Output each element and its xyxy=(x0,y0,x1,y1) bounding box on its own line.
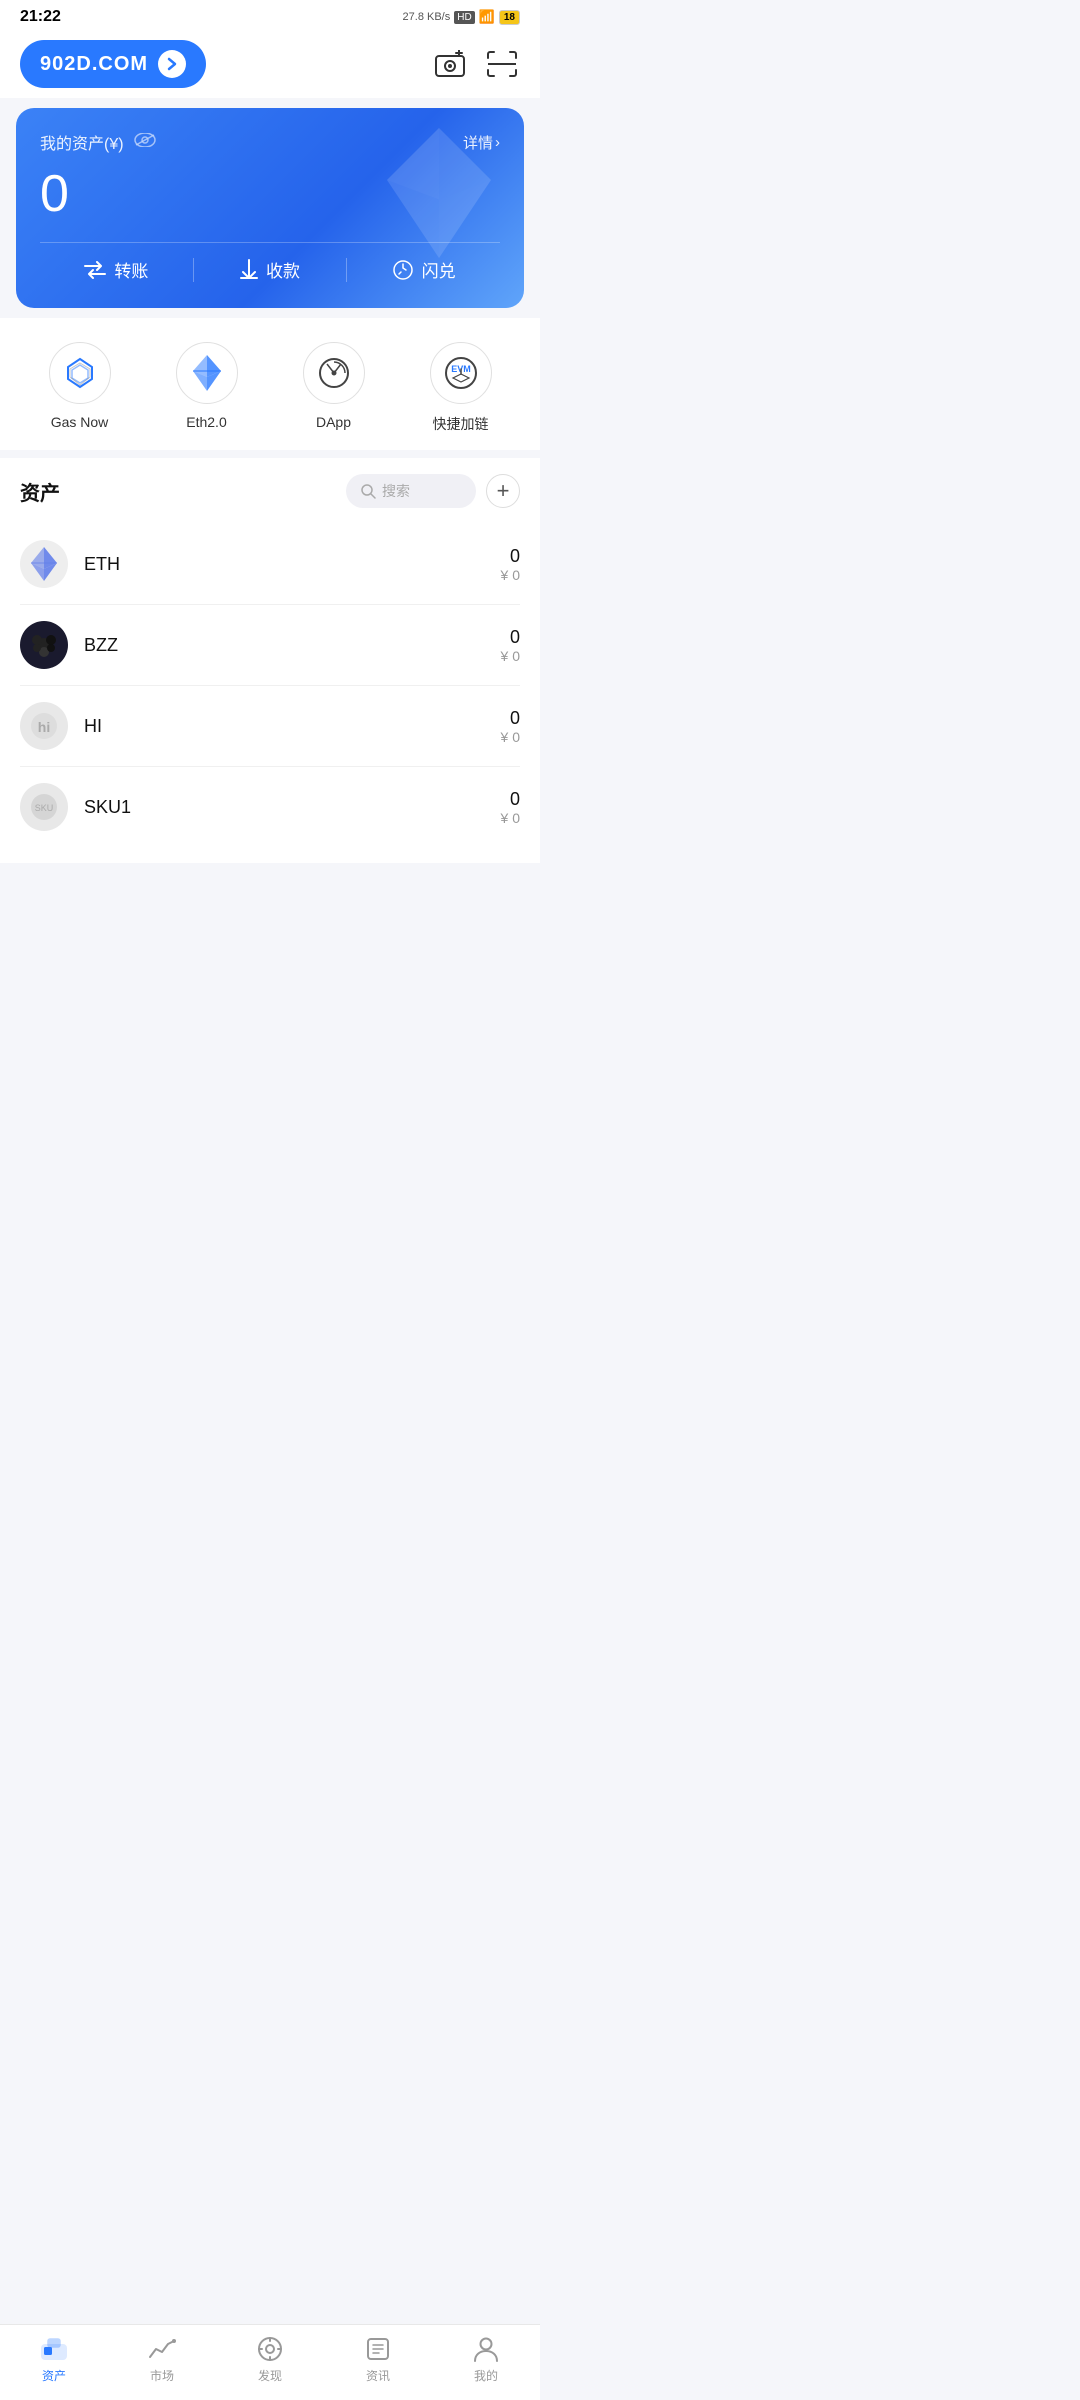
asset-amount-sku1: 0 ¥ 0 xyxy=(501,789,520,826)
search-icon xyxy=(360,483,376,499)
scan-icon[interactable] xyxy=(484,46,520,82)
bzz-logo xyxy=(20,621,68,669)
asset-amount-eth: 0 ¥ 0 xyxy=(501,546,520,583)
nav-item-market[interactable]: 市场 xyxy=(148,2335,176,2384)
asset-amount-bzz: 0 ¥ 0 xyxy=(501,627,520,664)
gas-now-label: Gas Now xyxy=(51,414,109,430)
hd-badge: HD xyxy=(454,11,474,24)
news-nav-icon xyxy=(364,2335,392,2363)
discover-nav-label: 发现 xyxy=(258,2367,282,2384)
brand-button[interactable]: 902D.COM xyxy=(20,40,206,88)
eth-cny: ¥ 0 xyxy=(501,567,520,583)
header-action-icons xyxy=(432,46,520,82)
eth-diamond-bg xyxy=(384,128,494,263)
asset-label: 我的资产(¥) xyxy=(40,130,124,154)
bzz-cny: ¥ 0 xyxy=(501,648,520,664)
section-title: 资产 xyxy=(20,477,60,506)
gas-now-icon xyxy=(49,342,111,404)
eye-icon[interactable] xyxy=(134,133,156,152)
nav-item-mine[interactable]: 我的 xyxy=(472,2335,500,2384)
status-icons: 27.8 KB/s HD 📶 18 xyxy=(403,9,520,25)
speed-indicator: 27.8 KB/s xyxy=(403,11,451,23)
discover-nav-icon xyxy=(256,2335,284,2363)
svg-text:hi: hi xyxy=(38,719,50,735)
asset-symbol-hi: HI xyxy=(84,716,501,737)
eth-qty: 0 xyxy=(501,546,520,567)
search-area: 搜索 + xyxy=(346,474,520,508)
search-box[interactable]: 搜索 xyxy=(346,474,476,508)
asset-amount-hi: 0 ¥ 0 xyxy=(501,708,520,745)
search-placeholder: 搜索 xyxy=(382,481,410,501)
hi-qty: 0 xyxy=(501,708,520,729)
hi-logo: hi xyxy=(20,702,68,750)
header: 902D.COM xyxy=(0,30,540,98)
asset-symbol-bzz: BZZ xyxy=(84,635,501,656)
asset-symbol-sku1: SKU1 xyxy=(84,797,501,818)
news-nav-label: 资讯 xyxy=(366,2367,390,2384)
asset-row[interactable]: BZZ 0 ¥ 0 xyxy=(20,605,520,686)
market-nav-label: 市场 xyxy=(150,2367,174,2384)
eth2-icon xyxy=(176,342,238,404)
mine-nav-label: 我的 xyxy=(474,2367,498,2384)
assets-nav-label: 资产 xyxy=(42,2367,66,2384)
sku1-logo: SKU xyxy=(20,783,68,831)
asset-section: 资产 搜索 + ETH xyxy=(0,458,540,863)
brand-arrow-icon xyxy=(158,50,186,78)
status-bar: 21:22 27.8 KB/s HD 📶 18 xyxy=(0,0,540,30)
mine-nav-icon xyxy=(472,2335,500,2363)
market-nav-icon xyxy=(148,2335,176,2363)
bzz-qty: 0 xyxy=(501,627,520,648)
asset-section-header: 资产 搜索 + xyxy=(20,474,520,508)
evm-icon: EVM xyxy=(430,342,492,404)
evm-label: 快捷加链 xyxy=(433,414,489,434)
transfer-button[interactable]: 转账 xyxy=(40,257,193,282)
hi-cny: ¥ 0 xyxy=(501,729,520,745)
quick-link-eth2[interactable]: Eth2.0 xyxy=(176,342,238,434)
asset-row[interactable]: SKU SKU1 0 ¥ 0 xyxy=(20,767,520,847)
eth-logo xyxy=(20,540,68,588)
brand-text: 902D.COM xyxy=(40,53,148,76)
status-time: 21:22 xyxy=(20,8,61,26)
quick-link-evm[interactable]: EVM 快捷加链 xyxy=(430,342,492,434)
nav-item-news[interactable]: 资讯 xyxy=(364,2335,392,2384)
dapp-label: DApp xyxy=(316,414,351,430)
svg-text:SKU: SKU xyxy=(35,803,54,813)
sku1-cny: ¥ 0 xyxy=(501,810,520,826)
quick-links: Gas Now Eth2.0 DApp xyxy=(0,318,540,450)
quick-link-gas-now[interactable]: Gas Now xyxy=(49,342,111,434)
receive-button[interactable]: 收款 xyxy=(194,257,347,282)
battery-indicator: 18 xyxy=(499,10,520,25)
eth2-label: Eth2.0 xyxy=(186,414,226,430)
signal-icon: 📶 xyxy=(479,9,495,25)
assets-nav-icon xyxy=(40,2335,68,2363)
nav-item-discover[interactable]: 发现 xyxy=(256,2335,284,2384)
nav-item-assets[interactable]: 资产 xyxy=(40,2335,68,2384)
asset-label-row: 我的资产(¥) xyxy=(40,130,156,154)
quick-link-dapp[interactable]: DApp xyxy=(303,342,365,434)
bottom-nav: 资产 市场 发现 xyxy=(0,2324,540,2400)
camera-add-icon[interactable] xyxy=(432,46,468,82)
add-asset-button[interactable]: + xyxy=(486,474,520,508)
asset-row[interactable]: hi HI 0 ¥ 0 xyxy=(20,686,520,767)
asset-symbol-eth: ETH xyxy=(84,554,501,575)
dapp-icon xyxy=(303,342,365,404)
asset-row[interactable]: ETH 0 ¥ 0 xyxy=(20,524,520,605)
asset-card: 我的资产(¥) 详情 › 0 转账 xyxy=(16,108,524,308)
sku1-qty: 0 xyxy=(501,789,520,810)
